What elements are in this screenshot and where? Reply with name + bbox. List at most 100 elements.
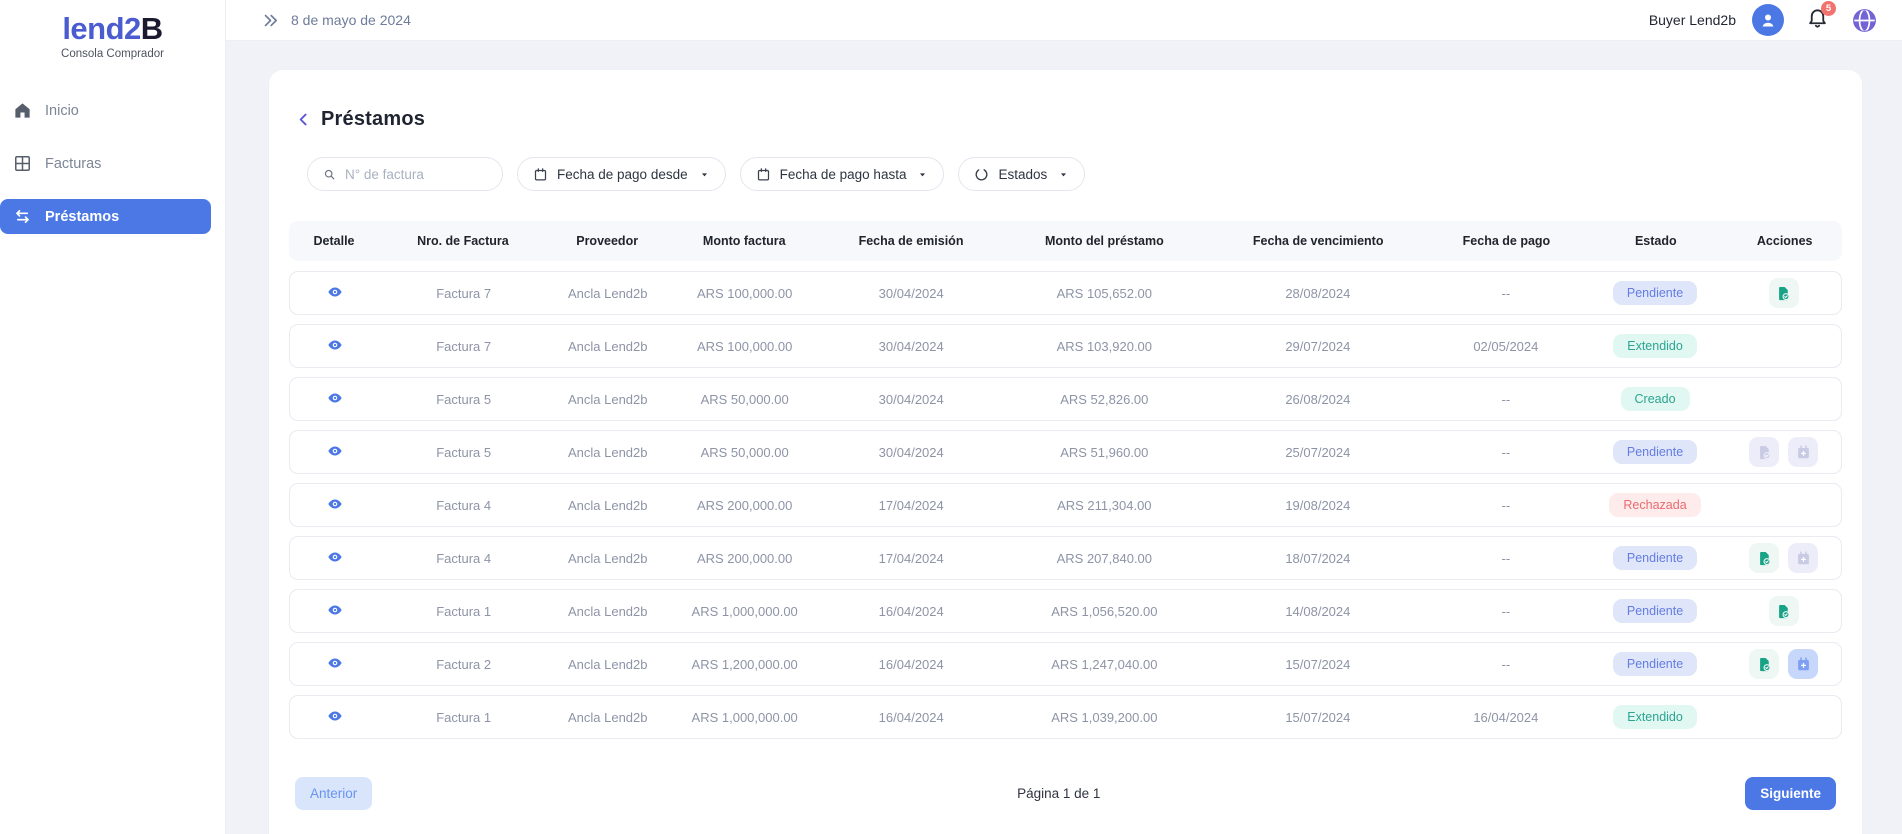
view-detail-button[interactable] xyxy=(327,443,343,459)
view-detail-button[interactable] xyxy=(327,708,343,724)
loan-document-button[interactable] xyxy=(1749,543,1779,573)
brand-tagline: Consola Comprador xyxy=(0,48,225,60)
topbar-date-group: 8 de mayo de 2024 xyxy=(262,12,411,29)
status-badge: Pendiente xyxy=(1613,440,1697,464)
loan-document-button[interactable] xyxy=(1769,278,1799,308)
filters-bar: Fecha de pago desde Fecha de pago hasta … xyxy=(289,157,1842,191)
topbar: 8 de mayo de 2024 Buyer Lend2b 5 xyxy=(226,0,1902,41)
user-avatar[interactable] xyxy=(1752,4,1784,36)
caret-down-icon xyxy=(1058,169,1069,180)
sidebar: lend2B Consola Comprador InicioFacturas P… xyxy=(0,0,226,834)
sidebar-item-prestamos[interactable]: Préstamos xyxy=(0,199,211,234)
provider-name: Ancla Lend2b xyxy=(547,445,668,460)
language-globe-button[interactable] xyxy=(1851,7,1878,34)
status-badge: Extendido xyxy=(1613,334,1697,358)
calendar-plus-icon xyxy=(1795,656,1812,673)
home-icon xyxy=(13,101,32,120)
column-header: Acciones xyxy=(1727,234,1842,248)
invoice-amount: ARS 100,000.00 xyxy=(668,286,821,301)
provider-name: Ancla Lend2b xyxy=(547,498,668,513)
due-date: 25/07/2024 xyxy=(1208,445,1429,460)
page-header: Préstamos xyxy=(289,70,1842,131)
column-header: Proveedor xyxy=(547,234,668,248)
loan-amount: ARS 211,304.00 xyxy=(1001,498,1207,513)
loan-amount: ARS 105,652.00 xyxy=(1001,286,1207,301)
issue-date: 30/04/2024 xyxy=(821,445,1001,460)
payment-date: -- xyxy=(1428,286,1583,301)
loan-document-button[interactable] xyxy=(1769,596,1799,626)
invoice-amount: ARS 1,000,000.00 xyxy=(668,710,821,725)
column-header: Monto del préstamo xyxy=(1001,234,1208,248)
view-detail-button[interactable] xyxy=(327,549,343,565)
loan-document-button[interactable] xyxy=(1749,649,1779,679)
search-input[interactable] xyxy=(345,167,487,182)
table-row: Factura 7 Ancla Lend2b ARS 100,000.00 30… xyxy=(289,324,1842,368)
next-page-button[interactable]: Siguiente xyxy=(1745,777,1836,810)
eye-icon xyxy=(327,337,343,353)
notifications-button[interactable]: 5 xyxy=(1806,6,1829,34)
provider-name: Ancla Lend2b xyxy=(547,339,668,354)
column-header: Monto factura xyxy=(668,234,821,248)
issue-date: 17/04/2024 xyxy=(821,551,1001,566)
status-badge: Rechazada xyxy=(1609,493,1700,517)
view-detail-button[interactable] xyxy=(327,602,343,618)
payment-date: -- xyxy=(1428,657,1583,672)
provider-name: Ancla Lend2b xyxy=(547,710,668,725)
view-detail-button[interactable] xyxy=(327,284,343,300)
issue-date: 16/04/2024 xyxy=(821,604,1001,619)
eye-icon xyxy=(327,496,343,512)
status-badge: Pendiente xyxy=(1613,281,1697,305)
back-button[interactable] xyxy=(295,111,312,128)
view-detail-button[interactable] xyxy=(327,655,343,671)
date-from-filter[interactable]: Fecha de pago desde xyxy=(517,157,726,191)
extend-date-button xyxy=(1788,437,1818,467)
invoice-number: Factura 5 xyxy=(380,392,548,407)
invoice-search-field[interactable] xyxy=(307,157,503,191)
due-date: 18/07/2024 xyxy=(1208,551,1429,566)
loan-amount: ARS 1,247,040.00 xyxy=(1001,657,1207,672)
logo-text: lend2B xyxy=(0,12,225,46)
collapse-sidebar-icon[interactable] xyxy=(262,12,279,29)
sidebar-item-label: Préstamos xyxy=(45,209,119,225)
view-detail-button[interactable] xyxy=(327,337,343,353)
due-date: 19/08/2024 xyxy=(1208,498,1429,513)
invoice-number: Factura 7 xyxy=(380,339,548,354)
grid-icon xyxy=(13,154,32,173)
table-row: Factura 4 Ancla Lend2b ARS 200,000.00 17… xyxy=(289,536,1842,580)
loan-amount: ARS 52,826.00 xyxy=(1001,392,1207,407)
loans-card: Préstamos Fecha de pago desde Fecha d xyxy=(269,70,1862,834)
sidebar-nav: InicioFacturas Préstamos xyxy=(0,84,225,234)
invoice-amount: ARS 1,200,000.00 xyxy=(668,657,821,672)
states-filter[interactable]: Estados xyxy=(958,157,1085,191)
issue-date: 30/04/2024 xyxy=(821,339,1001,354)
loan-amount: ARS 1,039,200.00 xyxy=(1001,710,1207,725)
swap-icon xyxy=(13,207,32,226)
caret-down-icon xyxy=(699,169,710,180)
view-detail-button[interactable] xyxy=(327,390,343,406)
eye-icon xyxy=(327,708,343,724)
invoice-amount: ARS 200,000.00 xyxy=(668,498,821,513)
payment-date: -- xyxy=(1428,604,1583,619)
sidebar-item-inicio[interactable]: Inicio xyxy=(0,84,225,137)
status-badge: Pendiente xyxy=(1613,599,1697,623)
sidebar-item-facturas[interactable]: Facturas xyxy=(0,137,225,190)
table-row: Factura 1 Ancla Lend2b ARS 1,000,000.00 … xyxy=(289,589,1842,633)
file-check-icon xyxy=(1775,603,1792,620)
file-check-icon xyxy=(1775,285,1792,302)
due-date: 29/07/2024 xyxy=(1208,339,1429,354)
view-detail-button[interactable] xyxy=(327,496,343,512)
table-header-row: DetalleNro. de FacturaProveedorMonto fac… xyxy=(289,221,1842,261)
search-icon xyxy=(323,167,336,182)
date-to-filter[interactable]: Fecha de pago hasta xyxy=(740,157,945,191)
payment-date: -- xyxy=(1428,551,1583,566)
invoice-number: Factura 1 xyxy=(380,710,548,725)
extend-date-button[interactable] xyxy=(1788,649,1818,679)
status-badge: Pendiente xyxy=(1613,546,1697,570)
person-icon xyxy=(1758,10,1778,30)
issue-date: 30/04/2024 xyxy=(821,392,1001,407)
previous-page-button[interactable]: Anterior xyxy=(295,777,372,810)
calendar-icon xyxy=(533,167,548,182)
invoice-number: Factura 5 xyxy=(380,445,548,460)
table-row: Factura 5 Ancla Lend2b ARS 50,000.00 30/… xyxy=(289,377,1842,421)
logo-accent: B xyxy=(141,12,163,46)
